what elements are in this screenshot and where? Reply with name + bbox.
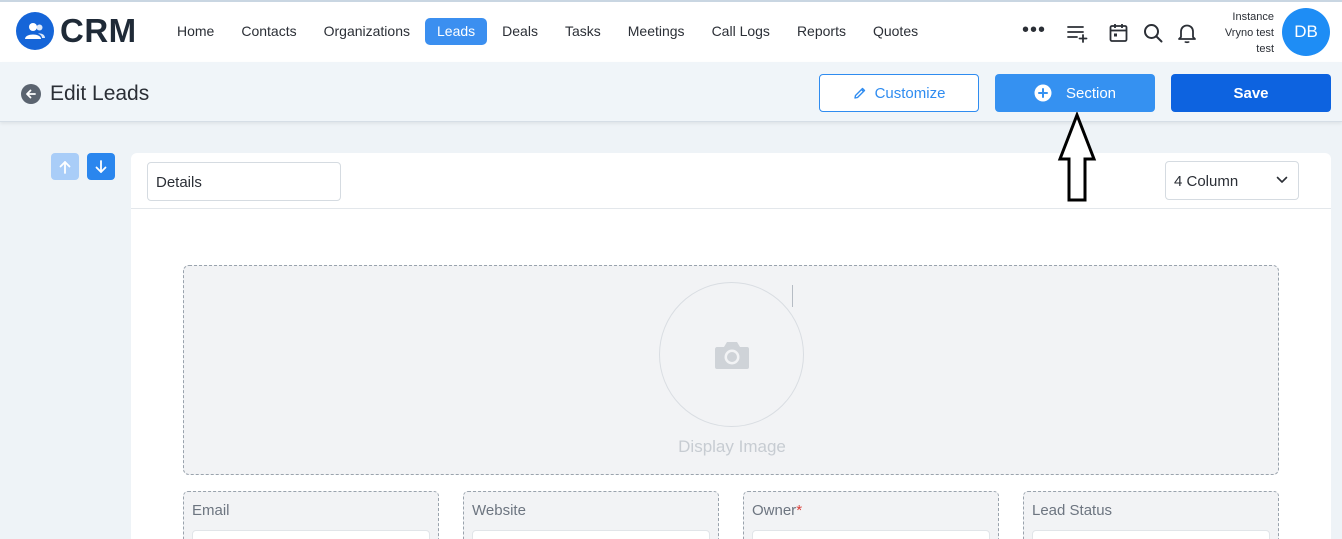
nav-item-reports[interactable]: Reports (785, 18, 858, 45)
more-menu-button[interactable]: ••• (1022, 20, 1046, 40)
section-name-input[interactable]: Details (147, 162, 341, 201)
avatar[interactable]: DB (1282, 8, 1330, 56)
display-image-dropzone[interactable]: Display Image (183, 265, 1279, 475)
text-cursor (792, 285, 793, 307)
website-field[interactable] (472, 530, 710, 539)
add-list-icon[interactable] (1066, 22, 1088, 44)
required-marker: * (796, 502, 803, 519)
field-website[interactable]: Website (463, 491, 719, 539)
annotation-arrow-icon (1057, 112, 1097, 202)
image-placeholder (659, 282, 804, 427)
arrow-down-icon (95, 159, 107, 173)
nav-item-quotes[interactable]: Quotes (861, 18, 930, 45)
save-button[interactable]: Save (1171, 74, 1331, 112)
arrow-up-icon (59, 160, 71, 174)
search-icon[interactable] (1142, 22, 1164, 44)
section-card-header: Details 4 Column (131, 153, 1331, 209)
field-owner[interactable]: Owner* (743, 491, 999, 539)
plus-circle-icon (1034, 84, 1052, 102)
field-label: Website (472, 502, 526, 519)
column-count-value: 4 Column (1174, 173, 1239, 190)
email-field[interactable] (192, 530, 430, 539)
main-nav: Home Contacts Organizations Leads Deals … (165, 18, 933, 45)
back-arrow-icon[interactable] (21, 84, 41, 104)
nav-item-tasks[interactable]: Tasks (553, 18, 613, 45)
add-section-button[interactable]: Section (995, 74, 1155, 112)
customize-button[interactable]: Customize (819, 74, 979, 112)
nav-item-organizations[interactable]: Organizations (312, 18, 422, 45)
page-header: Edit Leads Customize Section Save (0, 62, 1342, 122)
owner-field[interactable] (752, 530, 990, 539)
nav-item-leads[interactable]: Leads (425, 18, 488, 45)
field-label: Owner* (752, 502, 803, 519)
section-card: Details 4 Column Display Image Email Web… (131, 153, 1331, 539)
nav-item-deals[interactable]: Deals (490, 18, 550, 45)
field-lead-status[interactable]: Lead Status (1023, 491, 1279, 539)
calendar-icon[interactable] (1108, 22, 1130, 44)
app-logo[interactable]: CRM (16, 12, 137, 50)
display-image-label: Display Image (678, 437, 786, 456)
lead-status-field[interactable] (1032, 530, 1270, 539)
field-email[interactable]: Email (183, 491, 439, 539)
column-count-select[interactable]: 4 Column (1165, 161, 1299, 200)
nav-item-home[interactable]: Home (165, 18, 226, 45)
nav-item-contacts[interactable]: Contacts (229, 18, 308, 45)
move-up-button[interactable] (51, 153, 79, 180)
nav-item-call-logs[interactable]: Call Logs (700, 18, 782, 45)
page-title: Edit Leads (50, 82, 150, 105)
move-down-button[interactable] (87, 153, 115, 180)
nav-item-meetings[interactable]: Meetings (616, 18, 697, 45)
camera-icon (714, 341, 749, 369)
top-navigation-bar: CRM Home Contacts Organizations Leads De… (0, 0, 1342, 62)
bell-icon[interactable] (1176, 22, 1198, 44)
field-label: Lead Status (1032, 502, 1113, 519)
field-label: Email (192, 502, 230, 519)
pencil-icon (853, 87, 865, 99)
customize-label: Customize (874, 84, 946, 102)
app-name: CRM (60, 12, 137, 49)
instance-name: Instance Vryno test test (1224, 11, 1274, 55)
chevron-down-icon (1276, 176, 1288, 183)
users-logo-icon (16, 12, 54, 50)
section-label: Section (1065, 84, 1117, 102)
